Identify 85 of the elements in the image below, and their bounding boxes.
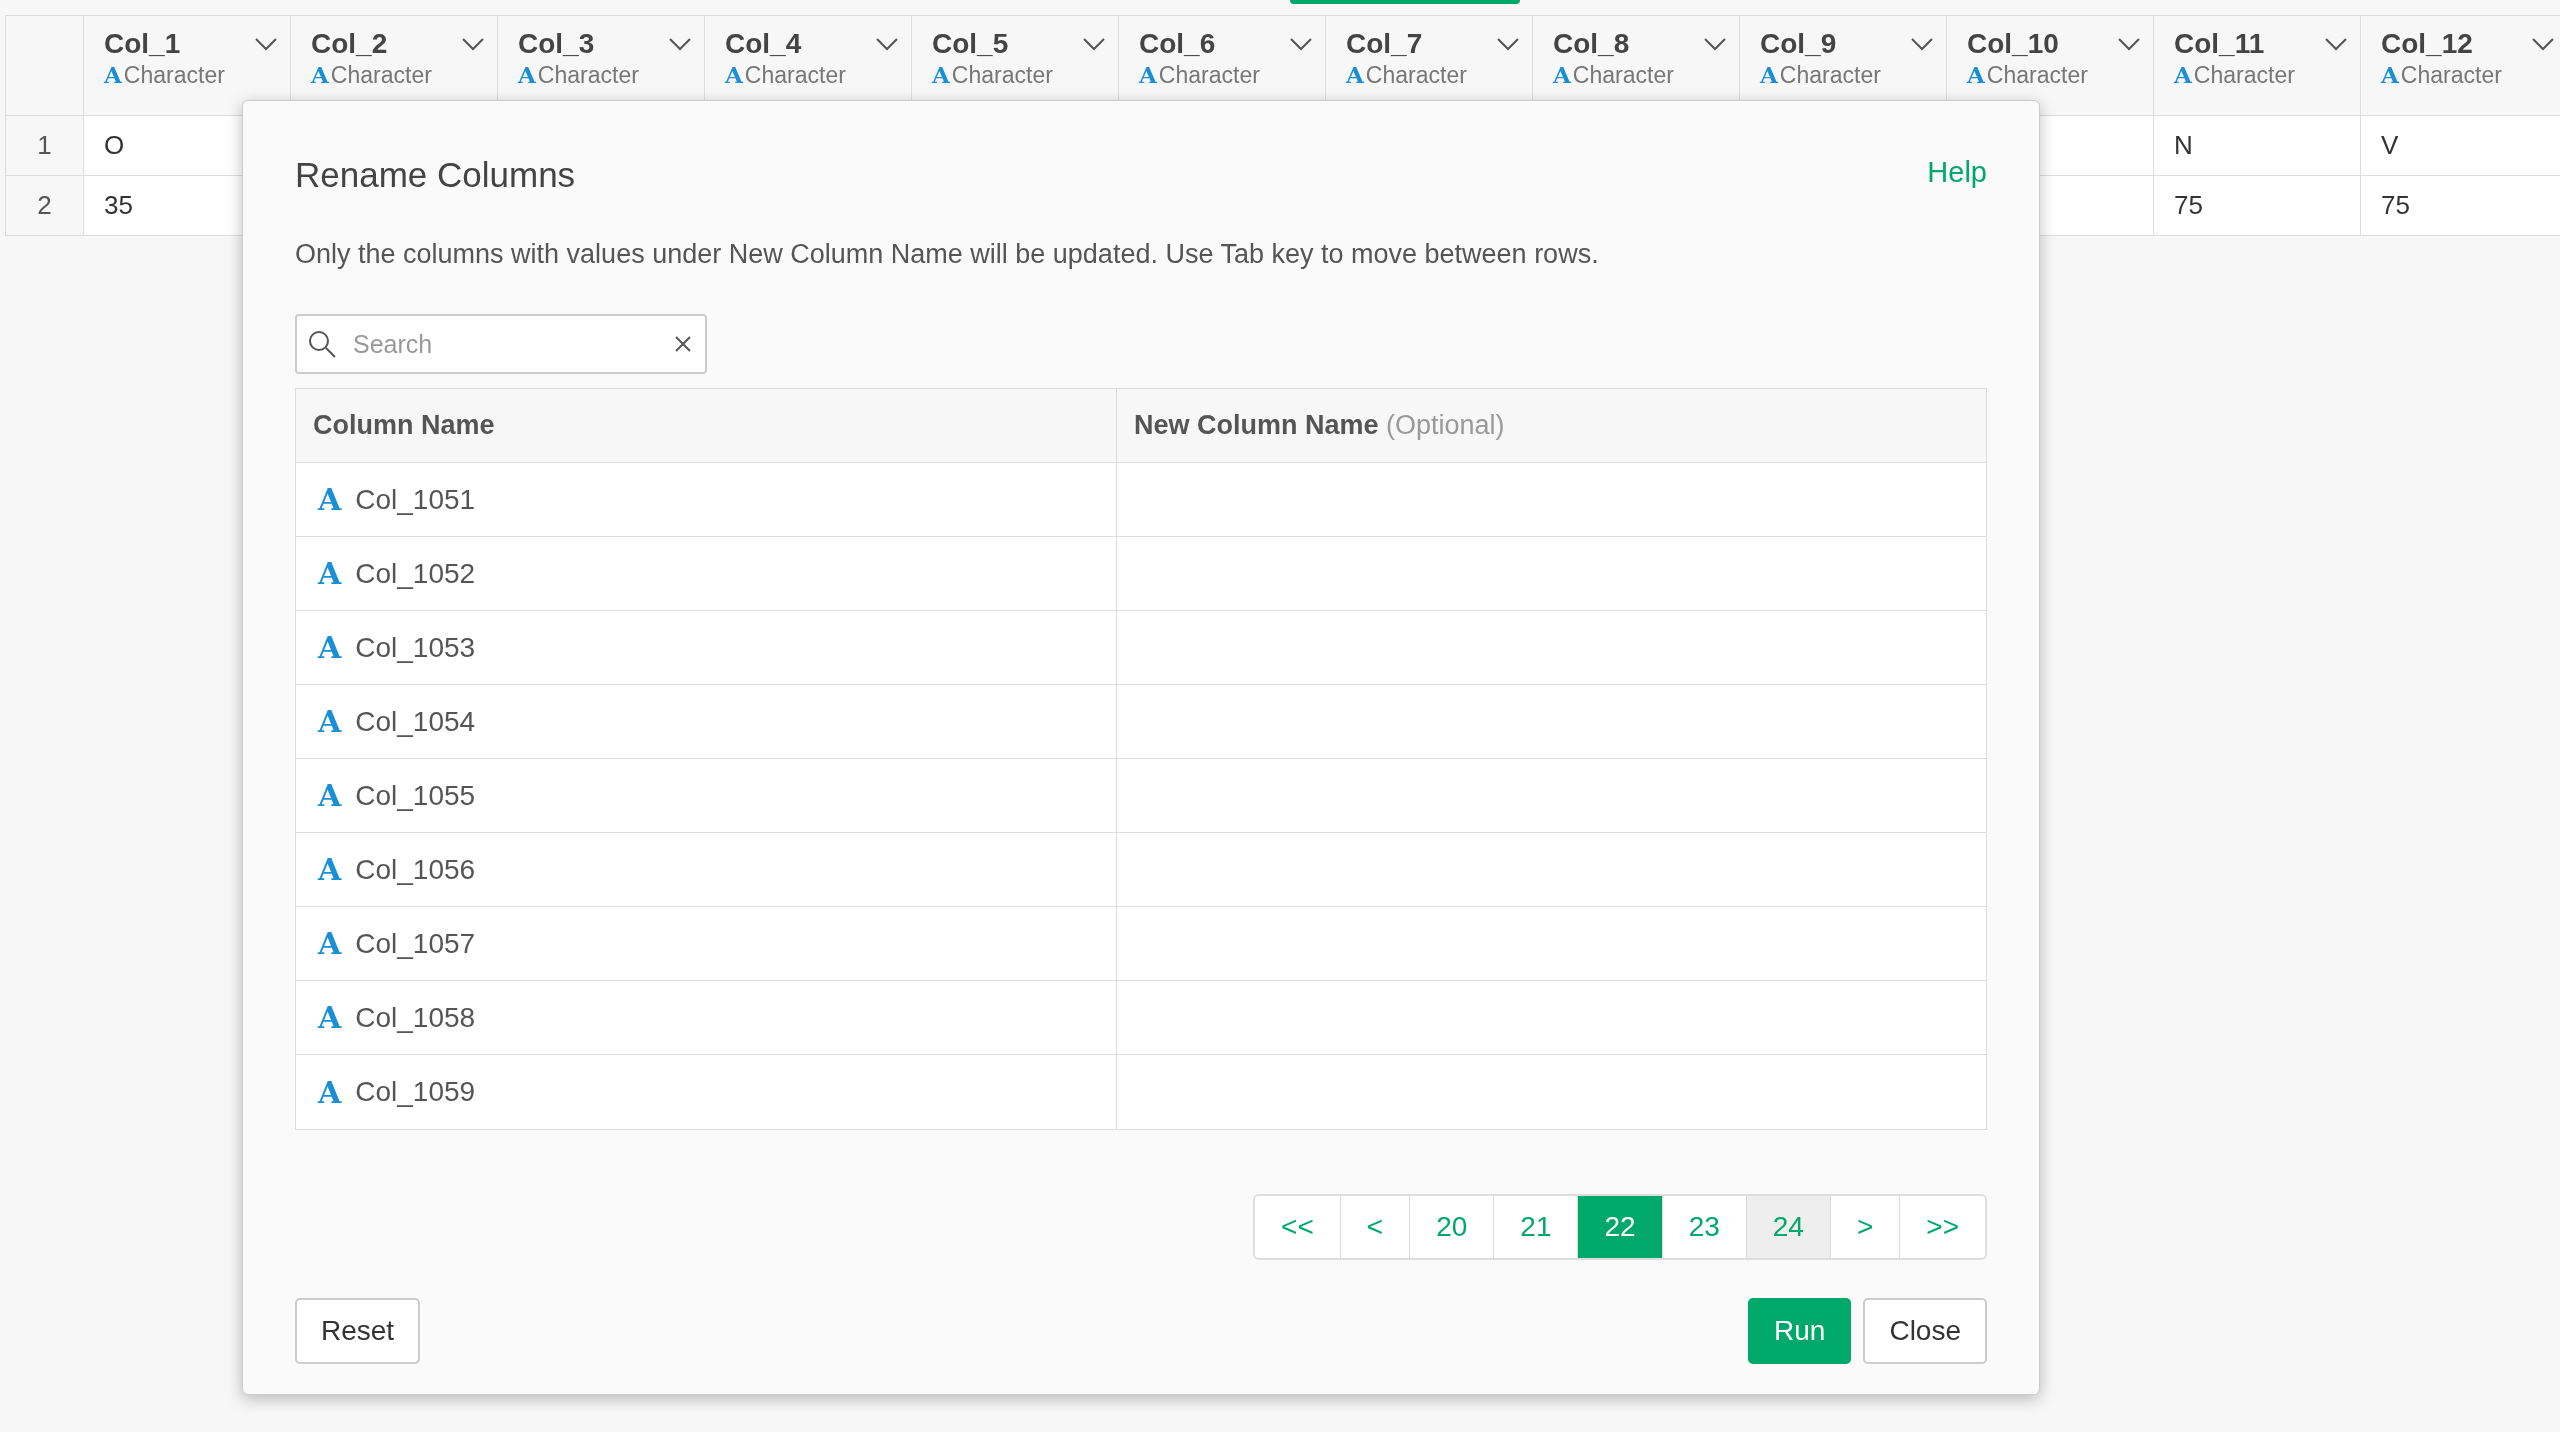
character-type-icon: A bbox=[1553, 61, 1571, 90]
character-type-icon: A bbox=[1346, 61, 1364, 90]
chevron-down-icon[interactable] bbox=[1496, 36, 1520, 51]
table-cell-text: O bbox=[104, 129, 125, 162]
character-type-icon: A bbox=[932, 61, 950, 90]
close-icon[interactable] bbox=[673, 334, 693, 354]
character-type-icon: A bbox=[2381, 61, 2399, 90]
column-name: Col_1059 bbox=[355, 1075, 476, 1109]
table-cell-text: 75 bbox=[2381, 189, 2410, 222]
chevron-down-icon[interactable] bbox=[254, 36, 278, 51]
column-name: Col_4 bbox=[725, 27, 802, 61]
column-type: Character bbox=[123, 61, 225, 90]
chevron-down-icon[interactable] bbox=[1289, 36, 1313, 51]
character-type-icon: A bbox=[318, 773, 342, 818]
column-name: Col_5 bbox=[932, 27, 1009, 61]
table-cell-text: 75 bbox=[2174, 189, 2203, 222]
column-name: Col_1054 bbox=[355, 704, 476, 739]
character-type-icon: A bbox=[518, 61, 536, 90]
character-type-icon: A bbox=[1967, 61, 1985, 90]
character-type-icon: A bbox=[318, 551, 342, 596]
chevron-down-icon[interactable] bbox=[461, 36, 485, 51]
column-name: Col_9 bbox=[1760, 27, 1837, 61]
character-type-icon: A bbox=[318, 921, 342, 966]
table-cell-text: 35 bbox=[104, 189, 133, 222]
column-name: Col_10 bbox=[1967, 27, 2059, 61]
column-name: Col_3 bbox=[518, 27, 595, 61]
column-name: Col_8 bbox=[1553, 27, 1630, 61]
character-type-icon: A bbox=[1760, 61, 1778, 90]
search-icon bbox=[307, 329, 337, 359]
column-name: Col_1056 bbox=[355, 852, 476, 887]
character-type-icon: A bbox=[318, 1069, 342, 1115]
chevron-down-icon[interactable] bbox=[1910, 36, 1934, 51]
column-name: Col_1053 bbox=[355, 630, 476, 665]
reset-button[interactable]: Reset bbox=[295, 1298, 421, 1364]
dialog-description: Only the columns with values under New Column Name will be updated. Use Tab key to move between rows. bbox=[295, 237, 1600, 271]
character-type-icon: A bbox=[104, 61, 122, 90]
column-name: Col_2 bbox=[311, 27, 388, 61]
column-name: Col_1058 bbox=[355, 1000, 476, 1035]
character-type-icon: A bbox=[318, 625, 342, 670]
column-type: Character bbox=[537, 61, 639, 90]
column-type: Character bbox=[1365, 61, 1467, 90]
column-name: Col_11 bbox=[2174, 27, 2265, 61]
column-name: Col_1057 bbox=[355, 926, 476, 961]
character-type-icon: A bbox=[318, 699, 342, 744]
column-type: Character bbox=[744, 61, 846, 90]
chevron-down-icon[interactable] bbox=[2324, 36, 2348, 51]
column-name: Col_1 bbox=[104, 27, 181, 61]
column-type: Character bbox=[1158, 61, 1260, 90]
chevron-down-icon[interactable] bbox=[875, 36, 899, 51]
character-type-icon: A bbox=[311, 61, 329, 90]
table-cell-text: N bbox=[2174, 129, 2193, 162]
chevron-down-icon[interactable] bbox=[2117, 36, 2141, 51]
close-button[interactable]: Close bbox=[1863, 1298, 1987, 1364]
column-header[interactable]: Col_12 ACharacter bbox=[2361, 16, 2560, 115]
column-type: Character bbox=[2400, 61, 2502, 90]
dialog-title: Rename Columns bbox=[295, 154, 576, 196]
column-name: Col_12 bbox=[2381, 27, 2473, 61]
chevron-down-icon[interactable] bbox=[1082, 36, 1106, 51]
chevron-down-icon[interactable] bbox=[2531, 36, 2555, 51]
column-type: Character bbox=[1779, 61, 1881, 90]
row-number: 2 bbox=[6, 176, 84, 235]
character-type-icon: A bbox=[318, 995, 342, 1040]
column-name: Col_1051 bbox=[355, 482, 476, 517]
column-type: Character bbox=[2193, 61, 2295, 90]
chevron-down-icon[interactable] bbox=[668, 36, 692, 51]
column-type: Character bbox=[1986, 61, 2088, 90]
column-heading: New Column Name (Optional) bbox=[1134, 409, 1505, 443]
column-heading: Column Name bbox=[313, 409, 495, 443]
row-number: 1 bbox=[6, 116, 84, 175]
chevron-down-icon[interactable] bbox=[1703, 36, 1727, 51]
character-type-icon: A bbox=[318, 847, 342, 892]
column-type: Character bbox=[1572, 61, 1674, 90]
column-header[interactable]: Col_11 ACharacter bbox=[2154, 16, 2361, 115]
character-type-icon: A bbox=[2174, 61, 2192, 90]
table-cell-text: V bbox=[2381, 129, 2399, 162]
column-type: Character bbox=[951, 61, 1053, 90]
character-type-icon: A bbox=[1139, 61, 1157, 90]
column-name: Col_1052 bbox=[355, 556, 476, 591]
column-name: Col_1055 bbox=[355, 778, 476, 813]
character-type-icon: A bbox=[725, 61, 743, 90]
column-name: Col_7 bbox=[1346, 27, 1423, 61]
character-type-icon: A bbox=[318, 477, 342, 522]
column-name: Col_6 bbox=[1139, 27, 1216, 61]
search-field[interactable]: Search bbox=[295, 314, 707, 374]
column-type: Character bbox=[330, 61, 432, 90]
